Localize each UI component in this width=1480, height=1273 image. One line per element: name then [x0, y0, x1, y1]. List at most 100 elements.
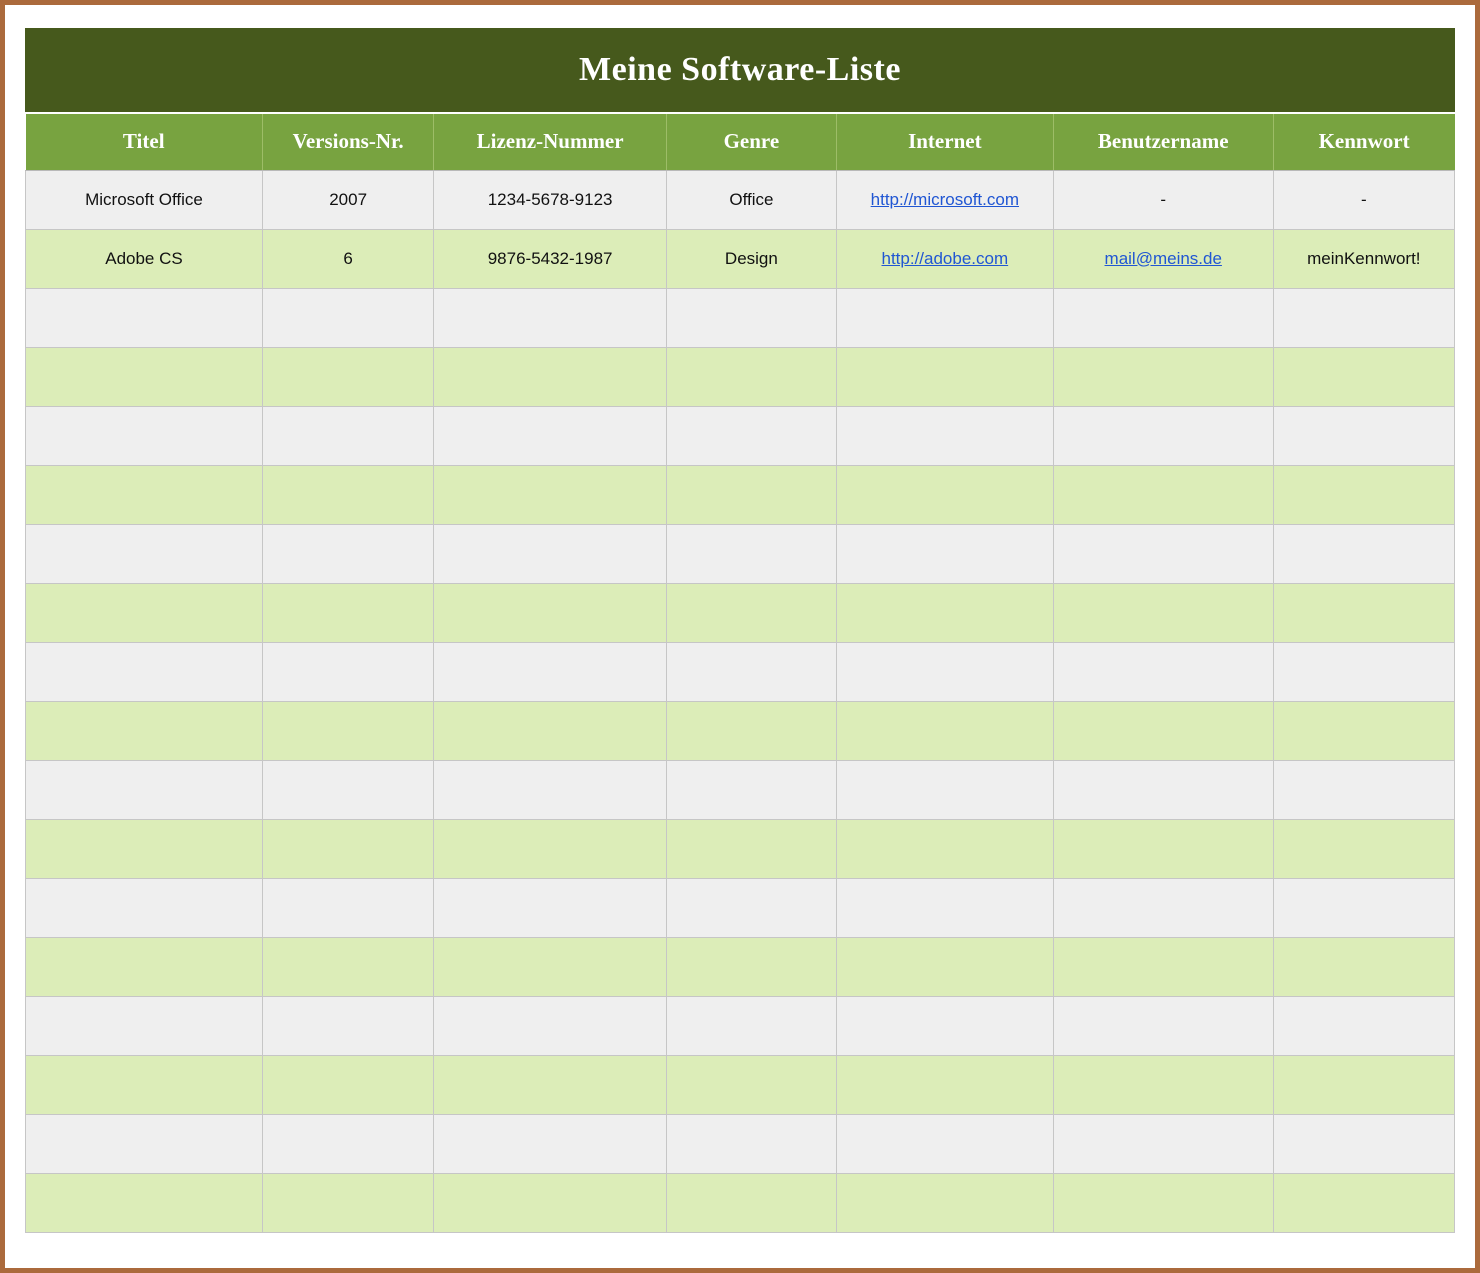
cell-kennwort[interactable] [1272, 464, 1456, 525]
cell-versions-nr[interactable] [261, 641, 435, 702]
cell-internet[interactable] [835, 877, 1054, 938]
cell-internet[interactable]: http://microsoft.com [835, 169, 1054, 230]
cell-kennwort[interactable] [1272, 995, 1456, 1056]
cell-genre[interactable]: Office [665, 169, 837, 230]
cell-benutzername[interactable] [1052, 1054, 1274, 1115]
cell-genre[interactable] [665, 700, 837, 761]
cell-genre[interactable] [665, 346, 837, 407]
cell-kennwort[interactable] [1272, 346, 1456, 407]
cell-lizenz-nummer[interactable] [433, 405, 667, 466]
cell-kennwort[interactable] [1272, 1113, 1456, 1174]
cell-versions-nr[interactable] [261, 936, 435, 997]
cell-benutzername[interactable] [1052, 818, 1274, 879]
cell-lizenz-nummer[interactable] [433, 464, 667, 525]
cell-genre[interactable] [665, 287, 837, 348]
cell-internet[interactable] [835, 995, 1054, 1056]
cell-kennwort[interactable] [1272, 641, 1456, 702]
cell-versions-nr[interactable] [261, 700, 435, 761]
cell-genre[interactable] [665, 818, 837, 879]
cell-benutzername[interactable] [1052, 582, 1274, 643]
cell-genre[interactable]: Design [665, 228, 837, 289]
cell-lizenz-nummer[interactable]: 1234-5678-9123 [433, 169, 667, 230]
cell-titel[interactable] [25, 287, 263, 348]
cell-benutzername[interactable] [1052, 464, 1274, 525]
cell-genre[interactable] [665, 995, 837, 1056]
cell-internet[interactable] [835, 346, 1054, 407]
cell-versions-nr[interactable] [261, 818, 435, 879]
cell-internet[interactable] [835, 641, 1054, 702]
cell-benutzername[interactable] [1052, 877, 1274, 938]
cell-titel[interactable] [25, 759, 263, 820]
cell-titel[interactable] [25, 1172, 263, 1233]
cell-benutzername[interactable] [1052, 1113, 1274, 1174]
cell-genre[interactable] [665, 936, 837, 997]
cell-titel[interactable] [25, 582, 263, 643]
cell-titel[interactable] [25, 700, 263, 761]
cell-genre[interactable] [665, 582, 837, 643]
cell-kennwort[interactable] [1272, 818, 1456, 879]
cell-titel[interactable] [25, 995, 263, 1056]
cell-lizenz-nummer[interactable]: 9876-5432-1987 [433, 228, 667, 289]
cell-lizenz-nummer[interactable] [433, 582, 667, 643]
cell-internet[interactable] [835, 464, 1054, 525]
cell-genre[interactable] [665, 523, 837, 584]
cell-benutzername[interactable] [1052, 1172, 1274, 1233]
cell-genre[interactable] [665, 1054, 837, 1115]
cell-kennwort[interactable] [1272, 1054, 1456, 1115]
cell-internet[interactable] [835, 936, 1054, 997]
hyperlink[interactable]: mail@meins.de [1105, 249, 1222, 268]
cell-lizenz-nummer[interactable] [433, 1054, 667, 1115]
cell-internet[interactable] [835, 759, 1054, 820]
cell-versions-nr[interactable] [261, 582, 435, 643]
cell-lizenz-nummer[interactable] [433, 877, 667, 938]
cell-kennwort[interactable] [1272, 1172, 1456, 1233]
cell-versions-nr[interactable] [261, 1113, 435, 1174]
cell-genre[interactable] [665, 464, 837, 525]
cell-lizenz-nummer[interactable] [433, 759, 667, 820]
cell-kennwort[interactable] [1272, 287, 1456, 348]
cell-genre[interactable] [665, 1172, 837, 1233]
cell-titel[interactable] [25, 877, 263, 938]
cell-titel[interactable] [25, 405, 263, 466]
cell-genre[interactable] [665, 1113, 837, 1174]
cell-kennwort[interactable] [1272, 759, 1456, 820]
cell-internet[interactable] [835, 523, 1054, 584]
cell-versions-nr[interactable]: 2007 [261, 169, 435, 230]
cell-titel[interactable] [25, 818, 263, 879]
cell-versions-nr[interactable] [261, 523, 435, 584]
cell-lizenz-nummer[interactable] [433, 995, 667, 1056]
cell-internet[interactable] [835, 582, 1054, 643]
cell-internet[interactable] [835, 818, 1054, 879]
cell-versions-nr[interactable] [261, 1054, 435, 1115]
cell-genre[interactable] [665, 641, 837, 702]
cell-kennwort[interactable] [1272, 405, 1456, 466]
cell-kennwort[interactable] [1272, 936, 1456, 997]
cell-titel[interactable]: Adobe CS [25, 228, 263, 289]
cell-lizenz-nummer[interactable] [433, 1172, 667, 1233]
cell-internet[interactable] [835, 1054, 1054, 1115]
cell-benutzername[interactable] [1052, 641, 1274, 702]
cell-benutzername[interactable] [1052, 405, 1274, 466]
cell-titel[interactable] [25, 346, 263, 407]
cell-titel[interactable] [25, 523, 263, 584]
cell-versions-nr[interactable] [261, 759, 435, 820]
cell-kennwort[interactable]: - [1272, 169, 1456, 230]
cell-versions-nr[interactable] [261, 405, 435, 466]
cell-versions-nr[interactable]: 6 [261, 228, 435, 289]
cell-benutzername[interactable] [1052, 936, 1274, 997]
cell-titel[interactable] [25, 464, 263, 525]
cell-versions-nr[interactable] [261, 346, 435, 407]
cell-benutzername[interactable] [1052, 700, 1274, 761]
cell-lizenz-nummer[interactable] [433, 1113, 667, 1174]
cell-kennwort[interactable]: meinKennwort! [1272, 228, 1456, 289]
cell-benutzername[interactable]: - [1052, 169, 1274, 230]
hyperlink[interactable]: http://microsoft.com [871, 190, 1019, 209]
cell-internet[interactable] [835, 1172, 1054, 1233]
cell-internet[interactable] [835, 700, 1054, 761]
cell-lizenz-nummer[interactable] [433, 818, 667, 879]
cell-versions-nr[interactable] [261, 995, 435, 1056]
cell-benutzername[interactable] [1052, 346, 1274, 407]
cell-kennwort[interactable] [1272, 700, 1456, 761]
cell-titel[interactable] [25, 936, 263, 997]
cell-versions-nr[interactable] [261, 1172, 435, 1233]
